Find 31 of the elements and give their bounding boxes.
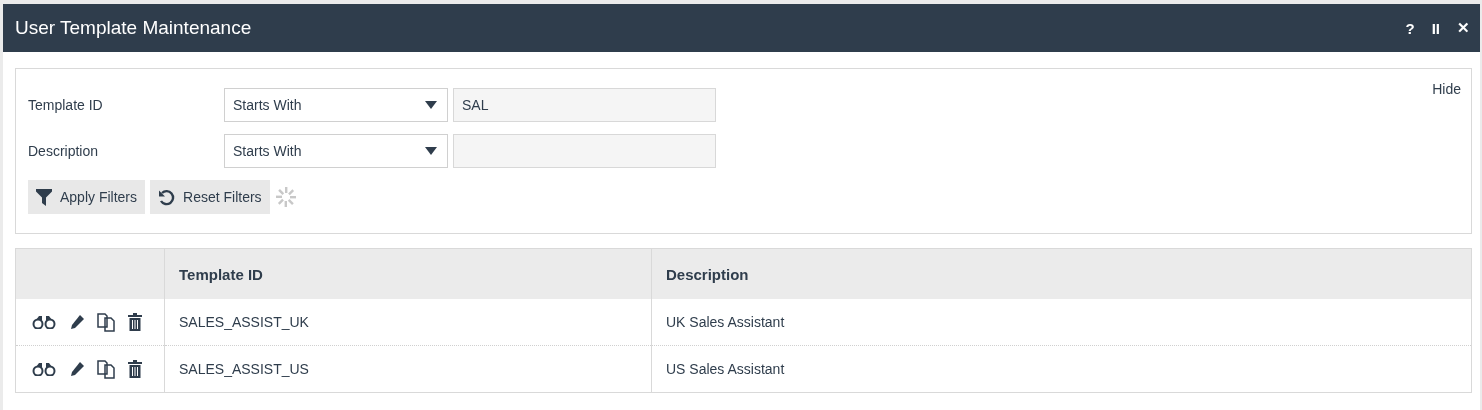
apply-filters-button[interactable]: Apply Filters: [28, 180, 146, 214]
title-bar-button[interactable]: ✕: [1457, 19, 1470, 37]
undo-icon: [158, 188, 176, 206]
copy-icon[interactable]: [97, 312, 115, 332]
title-bar-button[interactable]: II: [1431, 19, 1440, 37]
filter-label: Template ID: [28, 97, 104, 113]
funnel-icon: [36, 188, 52, 206]
table-cell: SALES_ASSIST_US: [164, 345, 652, 393]
filter-value-field[interactable]: SAL: [453, 88, 716, 122]
window-title: User Template Maintenance: [15, 17, 253, 39]
table-cell: US Sales Assistant: [651, 345, 1472, 393]
table-cell: UK Sales Assistant: [651, 299, 1472, 346]
column-header[interactable]: Template ID: [164, 248, 652, 299]
pencil-icon[interactable]: [69, 361, 84, 377]
pencil-icon[interactable]: [69, 314, 84, 330]
trash-icon[interactable]: [128, 360, 142, 378]
binoculars-icon[interactable]: [32, 315, 56, 329]
filter-label: Description: [28, 143, 100, 159]
hide-link[interactable]: Hide: [1432, 81, 1461, 97]
copy-icon[interactable]: [97, 359, 115, 379]
caret-icon: [425, 101, 437, 109]
column-header[interactable]: Description: [651, 248, 1472, 299]
operator-dropdown[interactable]: Starts With: [224, 134, 448, 168]
reset-filters-button[interactable]: Reset Filters: [150, 180, 270, 214]
trash-icon[interactable]: [128, 313, 142, 331]
operator-dropdown[interactable]: Starts With: [224, 88, 448, 122]
binoculars-icon[interactable]: [32, 362, 56, 376]
caret-icon: [425, 147, 437, 155]
table-cell: SALES_ASSIST_UK: [164, 299, 652, 346]
filter-value-field[interactable]: [453, 134, 716, 168]
title-bar-button[interactable]: ?: [1405, 19, 1415, 37]
